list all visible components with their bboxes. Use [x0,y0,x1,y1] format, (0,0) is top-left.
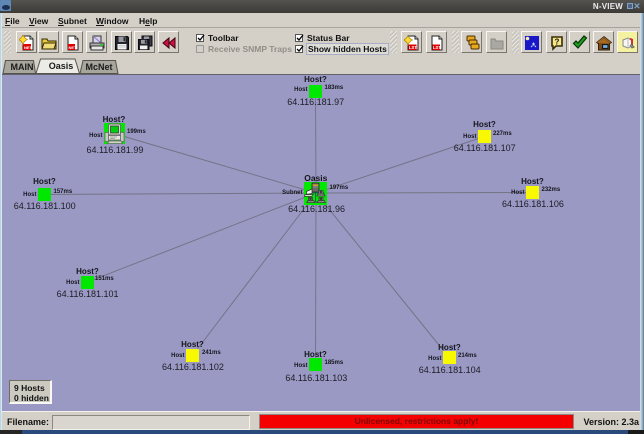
svg-text:LST: LST [409,45,417,50]
svg-text:?: ? [555,38,560,47]
svg-text:NET: NET [69,45,78,50]
svg-text:NET: NET [24,45,33,50]
svg-text:LST: LST [433,45,441,50]
